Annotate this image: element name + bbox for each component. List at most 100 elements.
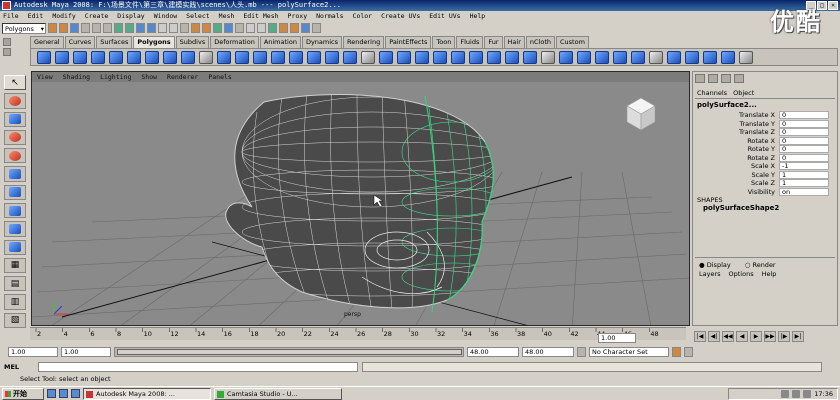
- attr-value-field[interactable]: 0: [779, 136, 829, 145]
- shelf-tab-hair[interactable]: Hair: [503, 36, 525, 48]
- save-scene-icon[interactable]: [70, 23, 79, 33]
- soften-edge-icon[interactable]: [667, 50, 681, 64]
- playback-start-field[interactable]: 1.00: [61, 347, 111, 357]
- layer-menu-help[interactable]: Help: [762, 270, 777, 278]
- attr-value-field[interactable]: 1: [779, 179, 829, 187]
- automatic-mapping-icon[interactable]: [613, 50, 627, 64]
- snap-grid-icon[interactable]: [191, 23, 200, 33]
- triangulate-icon[interactable]: [703, 50, 717, 64]
- attr-value-field[interactable]: 0: [779, 119, 829, 128]
- end-time-field[interactable]: 48.00: [522, 347, 574, 357]
- layer-menu-layers[interactable]: Layers: [699, 270, 721, 278]
- menu-help[interactable]: Help: [470, 11, 486, 21]
- time-slider[interactable]: 2468101214161820222426283032343638404244…: [30, 327, 686, 340]
- channel-box-toggle-icon[interactable]: [695, 74, 705, 83]
- poly-pipe-icon[interactable]: [181, 50, 195, 64]
- render-globals-icon[interactable]: [301, 23, 310, 33]
- menu-edit[interactable]: Edit: [28, 11, 44, 21]
- range-slider[interactable]: [114, 347, 464, 357]
- tray-network-icon[interactable]: [781, 390, 790, 398]
- step-forward-key-icon[interactable]: ▶▶: [764, 331, 776, 342]
- shelf-tab-painteffects[interactable]: PaintEffects: [385, 36, 432, 48]
- input-ops-icon[interactable]: [246, 23, 255, 33]
- layer-radio-render[interactable]: ○ Render: [745, 261, 776, 269]
- mask-joint-icon[interactable]: [125, 23, 134, 33]
- shelf-tab-surfaces[interactable]: Surfaces: [96, 36, 133, 48]
- poly-cylinder-icon[interactable]: [73, 50, 87, 64]
- select-hierarchy-icon[interactable]: [81, 23, 90, 33]
- show-channel-box-icon[interactable]: [312, 23, 321, 33]
- select-object-icon[interactable]: [92, 23, 101, 33]
- poly-sphere-icon[interactable]: [37, 50, 51, 64]
- animation-preferences-icon[interactable]: [684, 347, 693, 357]
- paint-select-tool-icon[interactable]: [4, 111, 26, 127]
- channel-box-tab-object[interactable]: Object: [733, 89, 754, 97]
- attr-value-field[interactable]: 0: [779, 153, 829, 162]
- quicklaunch-folder-icon[interactable]: [71, 389, 80, 398]
- boolean-union-icon[interactable]: [289, 50, 303, 64]
- menu-normals[interactable]: Normals: [316, 11, 343, 21]
- uv-editor-icon[interactable]: [631, 50, 645, 64]
- mask-deform-icon[interactable]: [158, 23, 167, 33]
- go-to-start-icon[interactable]: |◀: [694, 331, 706, 342]
- smooth-icon[interactable]: [271, 50, 285, 64]
- menu-select[interactable]: Select: [186, 11, 209, 21]
- viewport-menu-shading[interactable]: Shading: [63, 72, 90, 82]
- new-scene-icon[interactable]: [48, 23, 57, 33]
- menu-edit-mesh[interactable]: Edit Mesh: [243, 11, 278, 21]
- split-polygon-icon[interactable]: [433, 50, 447, 64]
- poly-pyramid-icon[interactable]: [163, 50, 177, 64]
- poly-helix-icon[interactable]: [199, 50, 213, 64]
- poly-cone-icon[interactable]: [91, 50, 105, 64]
- perspective-viewport[interactable]: View Shading Lighting Show Renderer Pane…: [31, 71, 690, 326]
- mask-handle-icon[interactable]: [114, 23, 123, 33]
- shelf-tab-rendering[interactable]: Rendering: [343, 36, 385, 48]
- make-live-icon[interactable]: [235, 23, 244, 33]
- last-tool-icon[interactable]: [4, 202, 26, 219]
- select-tool-icon[interactable]: ↖: [4, 75, 26, 91]
- quicklaunch-ie-icon[interactable]: [47, 389, 56, 398]
- shelf-tab-curves[interactable]: Curves: [64, 36, 96, 48]
- viewport-menu-renderer[interactable]: Renderer: [167, 72, 198, 82]
- layout-persp-outliner-icon[interactable]: ▦: [4, 257, 26, 274]
- snap-point-icon[interactable]: [213, 23, 222, 33]
- extract-icon[interactable]: [253, 50, 267, 64]
- separate-icon[interactable]: [235, 50, 249, 64]
- shelf-tab-dynamics[interactable]: Dynamics: [301, 36, 343, 48]
- append-polygon-icon[interactable]: [415, 50, 429, 64]
- bridge-icon[interactable]: [397, 50, 411, 64]
- step-back-key-icon[interactable]: ◀◀: [722, 331, 734, 342]
- shape-node-name[interactable]: polySurfaceShape2: [703, 204, 779, 212]
- menu-file[interactable]: File: [3, 11, 19, 21]
- shelf-tab-custom[interactable]: Custom: [556, 36, 589, 48]
- taskbar-item-camtasia[interactable]: Camtasia Studio - U...: [214, 387, 342, 400]
- tool-settings-toggle-icon[interactable]: [734, 74, 744, 83]
- viewport-menu-view[interactable]: View: [37, 72, 53, 82]
- mask-dynamic-icon[interactable]: [169, 23, 178, 33]
- manipulator-tool-icon[interactable]: [4, 184, 26, 200]
- auto-key-icon[interactable]: [672, 347, 681, 357]
- extrude-icon[interactable]: [379, 50, 393, 64]
- tray-ime-icon[interactable]: [803, 390, 812, 398]
- attribute-editor-toggle-icon[interactable]: [721, 74, 731, 83]
- layout-outliner-icon[interactable]: ▧: [4, 312, 26, 328]
- step-forward-icon[interactable]: |▶: [778, 331, 790, 342]
- mask-render-icon[interactable]: [180, 23, 189, 33]
- tray-volume-icon[interactable]: [792, 390, 801, 398]
- ipr-render-icon[interactable]: [290, 23, 299, 33]
- boolean-difference-icon[interactable]: [307, 50, 321, 64]
- shelf-tab-ncloth[interactable]: nCloth: [525, 36, 555, 48]
- poly-prism-icon[interactable]: [145, 50, 159, 64]
- cleanup-icon[interactable]: [739, 50, 753, 64]
- menu-window[interactable]: Window: [154, 11, 177, 21]
- construction-history-icon[interactable]: [268, 23, 277, 33]
- poly-cube-icon[interactable]: [55, 50, 69, 64]
- layout-single-icon[interactable]: [4, 221, 26, 237]
- attr-value-field[interactable]: 1: [779, 170, 829, 179]
- menu-color[interactable]: Color: [353, 11, 373, 21]
- offset-edge-loop-icon[interactable]: [469, 50, 483, 64]
- mel-input[interactable]: [38, 362, 358, 372]
- cylindrical-mapping-icon[interactable]: [577, 50, 591, 64]
- shelf-tab-fluids[interactable]: Fluids: [456, 36, 484, 48]
- shelf-menu-icon[interactable]: [3, 38, 11, 46]
